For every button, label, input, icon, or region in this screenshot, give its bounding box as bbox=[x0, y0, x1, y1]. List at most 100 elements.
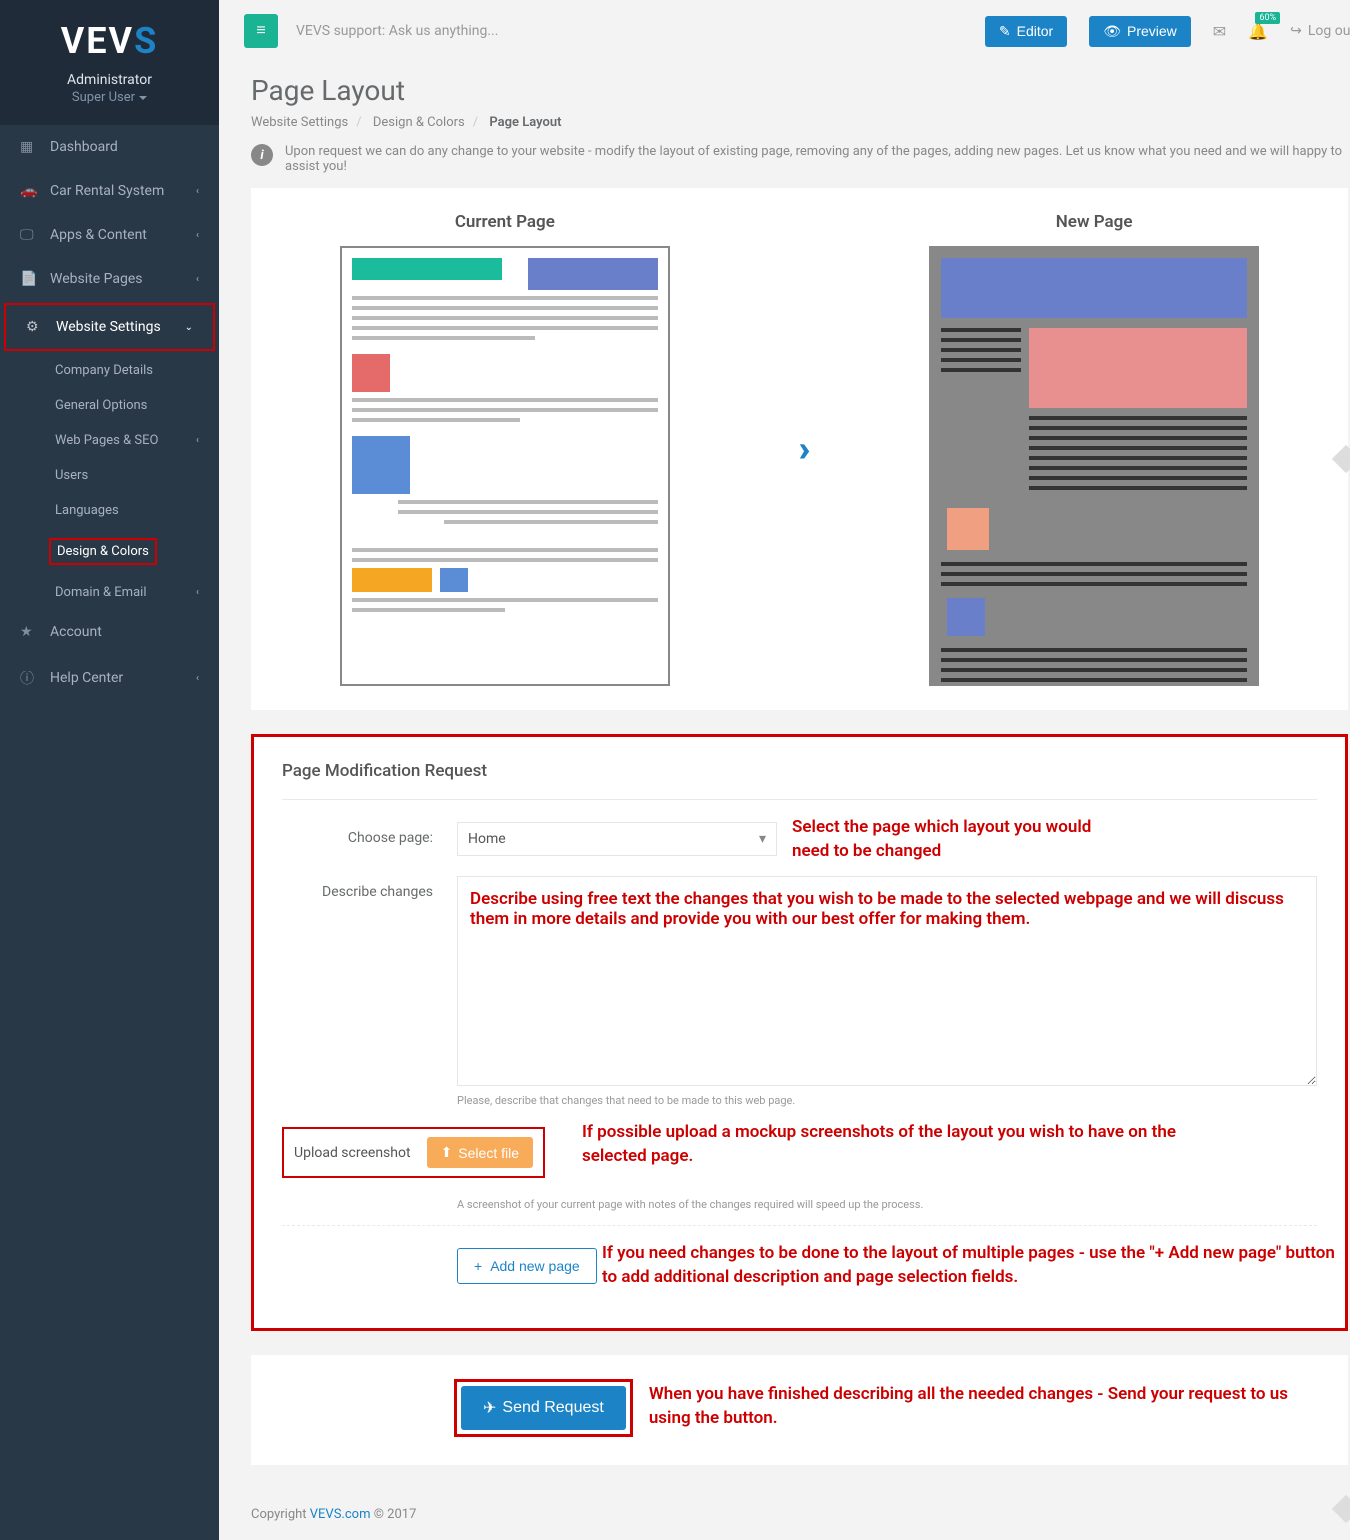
logout-icon: ↪ bbox=[1290, 23, 1302, 39]
subnav-domain-email[interactable]: Domain & Email ‹ bbox=[0, 575, 219, 610]
info-box: i Upon request we can do any change to y… bbox=[219, 130, 1350, 188]
breadcrumb-sep: / bbox=[356, 115, 361, 130]
upload-help: A screenshot of your current page with n… bbox=[457, 1198, 1317, 1211]
subnav-users[interactable]: Users bbox=[0, 458, 219, 493]
form-title: Page Modification Request bbox=[282, 761, 1317, 800]
chevron-left-icon: ‹ bbox=[196, 274, 199, 285]
breadcrumb-link[interactable]: Design & Colors bbox=[373, 115, 465, 130]
search-input[interactable]: VEVS support: Ask us anything... bbox=[296, 23, 498, 39]
page-title: Page Layout bbox=[251, 74, 1348, 107]
user-type-dropdown[interactable]: Super User bbox=[15, 90, 204, 105]
annotation-send: When you have finished describing all th… bbox=[649, 1383, 1320, 1431]
user-role: Administrator bbox=[15, 72, 204, 88]
describe-textarea[interactable] bbox=[457, 876, 1317, 1086]
eye-icon: 👁 bbox=[1103, 23, 1121, 40]
notification-badge: 60% bbox=[1255, 12, 1280, 24]
send-highlight: ✈Send Request bbox=[454, 1379, 633, 1437]
main-content: ≡ VEVS support: Ask us anything... ✎Edit… bbox=[219, 0, 1350, 1540]
car-icon: 🚗 bbox=[20, 183, 40, 199]
nav-dashboard[interactable]: ▦ Dashboard bbox=[0, 125, 219, 169]
breadcrumb-current: Page Layout bbox=[489, 115, 561, 130]
footer-link[interactable]: VEVS.com bbox=[310, 1507, 371, 1522]
nav-label: Website Pages bbox=[50, 271, 142, 287]
annotation-choose: Select the page which layout you would n… bbox=[792, 816, 1112, 864]
topbar: ≡ VEVS support: Ask us anything... ✎Edit… bbox=[219, 0, 1350, 62]
compare-title: New Page bbox=[929, 212, 1259, 232]
select-file-button[interactable]: ⬆ Select file bbox=[427, 1137, 533, 1168]
nav-apps-content[interactable]: 🖵Apps & Content‹ bbox=[0, 213, 219, 257]
divider bbox=[282, 1225, 1317, 1226]
subnav-design-colors[interactable]: Design & Colors bbox=[0, 528, 219, 575]
subnav-company-details[interactable]: Company Details bbox=[0, 353, 219, 388]
select-value: Home bbox=[468, 831, 506, 847]
nav-account[interactable]: ★Account bbox=[0, 610, 219, 654]
info-circle-icon: i bbox=[251, 144, 273, 166]
page-head: Page Layout Website Settings / Design & C… bbox=[219, 62, 1350, 130]
page-icon: 📄 bbox=[20, 271, 40, 287]
choose-page-select[interactable]: Home bbox=[457, 822, 777, 856]
compare-title: Current Page bbox=[340, 212, 670, 232]
current-page-mockup bbox=[340, 246, 670, 686]
nav-label: Help Center bbox=[50, 670, 123, 686]
compare-panel: Current Page bbox=[251, 188, 1348, 710]
logo-prefix: VEV bbox=[61, 20, 134, 62]
send-request-button[interactable]: ✈Send Request bbox=[461, 1386, 626, 1430]
subnav-label: Design & Colors bbox=[49, 538, 157, 565]
info-icon: ⓘ bbox=[20, 668, 40, 688]
gear-icon: ⚙ bbox=[26, 319, 46, 335]
annotation-upload: If possible upload a mockup screenshots … bbox=[582, 1121, 1192, 1169]
button-label: Editor bbox=[1017, 23, 1054, 39]
subnav-label: Web Pages & SEO bbox=[55, 433, 158, 448]
upload-box: Upload screenshot ⬆Select file bbox=[282, 1127, 545, 1178]
breadcrumb-link[interactable]: Website Settings bbox=[251, 115, 348, 130]
nav-label: Apps & Content bbox=[50, 227, 147, 243]
footer-year: © 2017 bbox=[370, 1507, 416, 1522]
button-label: Send Request bbox=[502, 1399, 603, 1417]
mail-icon[interactable]: ✉ bbox=[1213, 22, 1226, 41]
new-page-col: New Page bbox=[929, 212, 1259, 686]
add-new-page-button[interactable]: +Add new page bbox=[457, 1248, 597, 1284]
info-text: Upon request we can do any change to you… bbox=[285, 144, 1348, 174]
footer-copyright: Copyright bbox=[251, 1507, 310, 1522]
subnav-label: Domain & Email bbox=[55, 585, 146, 600]
chevron-left-icon: ‹ bbox=[196, 435, 199, 446]
panel-handle-icon[interactable] bbox=[1332, 445, 1350, 473]
menu-toggle-button[interactable]: ≡ bbox=[244, 14, 278, 48]
upload-icon: ⬆ bbox=[441, 1144, 453, 1161]
button-label: Preview bbox=[1127, 23, 1177, 39]
footer: Copyright VEVS.com © 2017 bbox=[219, 1489, 1350, 1540]
chevron-down-icon: ⌄ bbox=[185, 322, 193, 333]
chevron-left-icon: ‹ bbox=[196, 587, 199, 598]
breadcrumb-sep: / bbox=[473, 115, 478, 130]
bell-icon[interactable]: 🔔60% bbox=[1248, 22, 1268, 41]
choose-page-label: Choose page: bbox=[282, 822, 457, 846]
grid-icon: ▦ bbox=[20, 139, 40, 155]
chevron-left-icon: ‹ bbox=[196, 230, 199, 241]
describe-help: Please, describe that changes that need … bbox=[457, 1094, 1317, 1107]
nav-website-settings[interactable]: ⚙Website Settings⌄ bbox=[6, 305, 213, 349]
subnav-languages[interactable]: Languages bbox=[0, 493, 219, 528]
subnav-web-pages-seo[interactable]: Web Pages & SEO ‹ bbox=[0, 423, 219, 458]
chevron-left-icon: ‹ bbox=[196, 186, 199, 197]
form-panel: Page Modification Request Choose page: H… bbox=[251, 734, 1348, 1331]
nav-help-center[interactable]: ⓘHelp Center‹ bbox=[0, 654, 219, 702]
nav-label: Car Rental System bbox=[50, 183, 164, 199]
topbar-right: ✎Editor 👁 Preview ✉ 🔔60% ↪ Log out bbox=[985, 16, 1350, 47]
nav-car-rental[interactable]: 🚗 Car Rental System ‹ bbox=[0, 169, 219, 213]
logo: VEVS bbox=[15, 20, 204, 62]
logout-label: Log out bbox=[1308, 23, 1350, 39]
nav-website-pages[interactable]: 📄 Website Pages ‹ bbox=[0, 257, 219, 301]
button-label: Select file bbox=[458, 1145, 519, 1161]
main-nav: ▦Dashboard 🚗Car Rental System‹ 🖵Apps & C… bbox=[0, 125, 219, 702]
plus-icon: + bbox=[474, 1258, 482, 1274]
annotation-add: If you need changes to be done to the la… bbox=[602, 1242, 1342, 1290]
nav-label: Account bbox=[50, 624, 102, 640]
footer-handle-icon[interactable] bbox=[1332, 1495, 1350, 1523]
hamburger-icon: ≡ bbox=[256, 22, 265, 40]
nav-label: Dashboard bbox=[50, 139, 118, 155]
subnav-general-options[interactable]: General Options bbox=[0, 388, 219, 423]
editor-button[interactable]: ✎Editor bbox=[985, 16, 1067, 47]
preview-button[interactable]: 👁 Preview bbox=[1089, 16, 1191, 47]
logout-link[interactable]: ↪ Log out bbox=[1290, 23, 1350, 39]
current-page-col: Current Page bbox=[340, 212, 670, 686]
